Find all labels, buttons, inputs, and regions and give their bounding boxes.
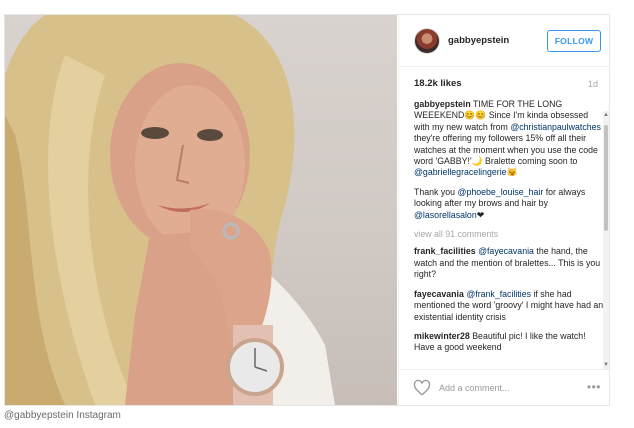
header-username[interactable]: gabbyepstein: [448, 35, 509, 46]
mention-link[interactable]: @phoebe_louise_hair: [458, 187, 544, 197]
mention-link[interactable]: @fayecavania: [478, 246, 534, 256]
mention-link[interactable]: @christianpaulwatches: [510, 122, 601, 132]
post-photo[interactable]: [5, 15, 397, 405]
scroll-up-arrow-icon[interactable]: ▲: [603, 111, 609, 119]
caption-text-3: 😼: [506, 167, 518, 178]
comment-item: mikewinter28 Beautiful pic! I like the w…: [414, 331, 604, 354]
add-comment-bar: •••: [399, 369, 611, 405]
comments-scrollbar[interactable]: ▲ ▼: [603, 111, 609, 369]
post-age: 1d: [587, 79, 598, 89]
avatar[interactable]: [414, 28, 440, 54]
comments-list: gabbyepstein TIME FOR THE LONG WEEEKEND😊…: [414, 99, 604, 369]
comment-username[interactable]: fayecavania: [414, 289, 464, 299]
mention-link[interactable]: @lasorellasalon: [414, 210, 477, 220]
scrollbar-thumb[interactable]: [604, 125, 608, 231]
caption: gabbyepstein TIME FOR THE LONG WEEEKEND😊…: [414, 99, 604, 179]
add-comment-input[interactable]: [439, 380, 579, 396]
likes-count[interactable]: 18.2k likes: [414, 78, 462, 89]
thanks-text-1: Thank you: [414, 186, 458, 197]
caption-text-2: they're offering my followers 15% off al…: [414, 133, 598, 167]
comment-item: frank_facilities @fayecavania the hand, …: [414, 246, 604, 280]
post-header: gabbyepstein FOLLOW: [399, 15, 611, 67]
heart-icon[interactable]: [413, 379, 431, 397]
scroll-down-arrow-icon[interactable]: ▼: [603, 361, 609, 369]
comment-username[interactable]: frank_facilities: [414, 246, 476, 256]
comment-item: fayecavania @frank_facilities if she had…: [414, 289, 604, 323]
portrait-image: [5, 15, 335, 405]
mention-link[interactable]: @gabriellegracelingerie: [414, 167, 507, 177]
more-options-icon[interactable]: •••: [587, 381, 601, 393]
photo-credit: @gabbyepstein Instagram: [4, 410, 121, 421]
caption-username[interactable]: gabbyepstein: [414, 99, 471, 109]
post-sidebar: gabbyepstein FOLLOW 18.2k likes 1d gabby…: [398, 15, 611, 405]
caption-thanks: Thank you @phoebe_louise_hair for always…: [414, 187, 604, 221]
view-all-comments-link[interactable]: view all 91 comments: [414, 229, 604, 240]
mention-link[interactable]: @frank_facilities: [466, 289, 531, 299]
thanks-text-3: ❤: [476, 209, 485, 220]
comment-username[interactable]: mikewinter28: [414, 331, 470, 341]
follow-button[interactable]: FOLLOW: [547, 30, 601, 52]
instagram-post: gabbyepstein FOLLOW 18.2k likes 1d gabby…: [4, 14, 611, 406]
